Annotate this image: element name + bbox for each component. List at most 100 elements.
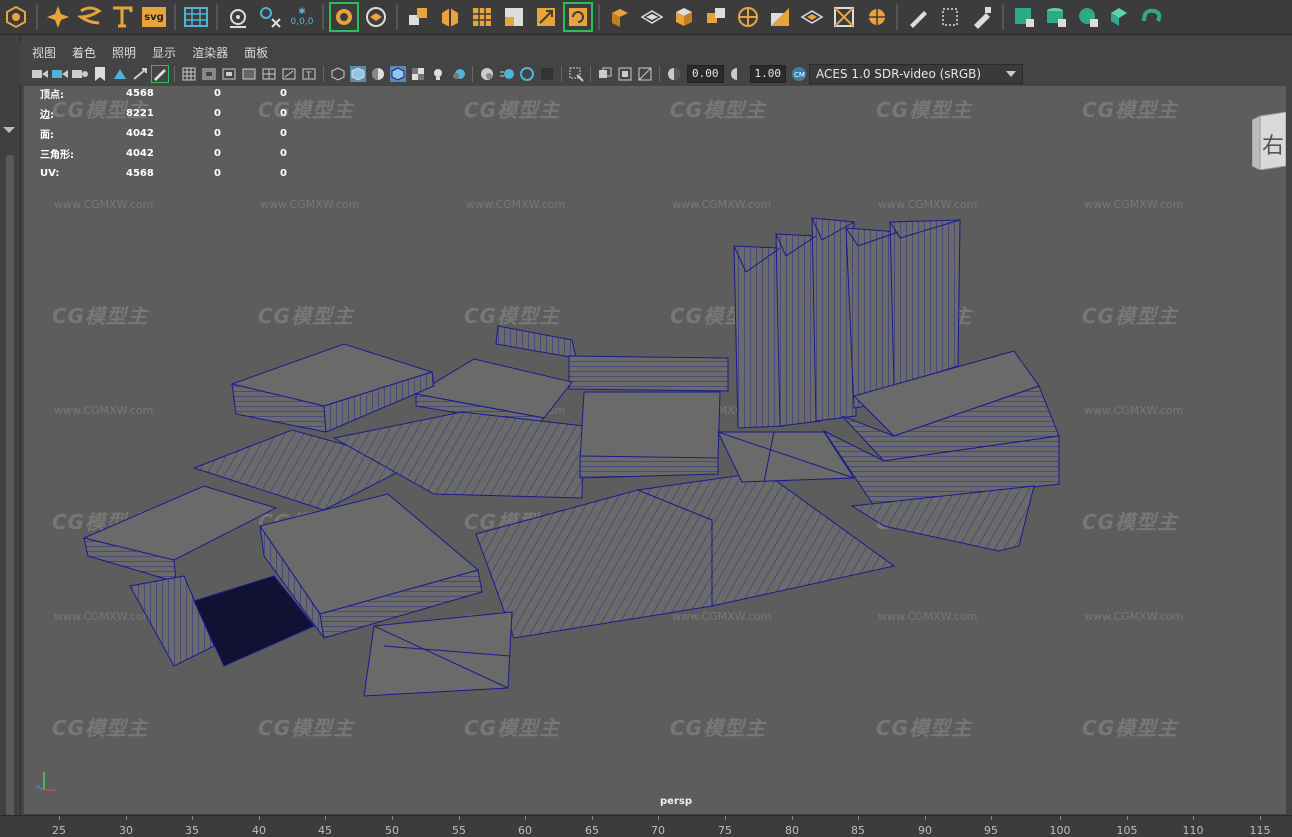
svg-text:CM: CM (794, 71, 805, 79)
colorspace-dropdown[interactable]: ACES 1.0 SDR-video (sRGB) (809, 64, 1023, 84)
camera-icon[interactable] (32, 66, 48, 82)
coords-label: 0,0,0 (290, 17, 314, 27)
svg-tool-icon[interactable]: svg (139, 2, 169, 32)
coords-icon[interactable]: ✱ 0,0,0 (287, 2, 317, 32)
extrude-face-icon[interactable] (605, 2, 635, 32)
view-cube[interactable]: 右 (1251, 111, 1286, 171)
shelf-separator (598, 4, 600, 30)
plane-icon[interactable] (797, 2, 827, 32)
camera-bookmark-icon[interactable] (72, 66, 88, 82)
xray-components-icon[interactable] (637, 66, 653, 82)
viewport-toolbar: T 0.00 1.00 CM ACES 1.0 SDR-video (sRGB) (20, 63, 1292, 85)
toolbar-separator (659, 66, 660, 82)
menu-renderer[interactable]: 渲染器 (192, 44, 228, 61)
teal-prism-icon[interactable] (1105, 2, 1135, 32)
default-material-icon[interactable] (370, 66, 386, 82)
helix-icon[interactable] (75, 2, 105, 32)
shadows-icon[interactable] (450, 66, 466, 82)
books-wireframe-scene (82, 217, 1060, 697)
teal-sphere-icon[interactable] (1073, 2, 1103, 32)
motion-blur-icon[interactable] (499, 66, 515, 82)
wireframe-icon[interactable] (330, 66, 346, 82)
gamma-icon[interactable] (729, 66, 745, 82)
bookmark-icon[interactable] (92, 66, 108, 82)
camera-target-icon[interactable] (223, 2, 253, 32)
rotate-tool-icon[interactable] (563, 2, 593, 32)
ruler-number: 85 (851, 824, 865, 837)
menu-lighting[interactable]: 照明 (112, 44, 136, 61)
star-icon[interactable] (43, 2, 73, 32)
stat-row: 三角形: 4042 0 0 (40, 147, 287, 161)
book-upright (889, 219, 961, 387)
3d-viewport[interactable]: CG模型主 CG模型主 CG模型主 CG模型主 CG模型主 CG模型主 www.… (24, 86, 1286, 814)
teal-cylinder-icon[interactable] (1041, 2, 1071, 32)
ambient-occlusion-icon[interactable] (479, 66, 495, 82)
ruler-tick (59, 816, 60, 820)
extrude-icon[interactable] (403, 2, 433, 32)
time-ruler[interactable]: 25 30 35 40 45 50 55 60 65 70 75 80 85 9… (0, 815, 1292, 837)
pencil-icon[interactable] (903, 2, 933, 32)
film-gate-icon[interactable] (201, 66, 217, 82)
bool-union-icon[interactable] (329, 2, 359, 32)
xray-icon[interactable] (597, 66, 613, 82)
bounding-box-icon[interactable] (935, 2, 965, 32)
ruler-number: 115 (1249, 824, 1271, 837)
gamma-field[interactable]: 1.00 (749, 65, 786, 83)
shelf-separator (216, 4, 218, 30)
xray-joints-icon[interactable] (617, 66, 633, 82)
exposure-icon[interactable] (666, 66, 682, 82)
image-plane-icon[interactable] (112, 66, 128, 82)
smooth-icon[interactable] (467, 2, 497, 32)
bridge-icon[interactable] (637, 2, 667, 32)
safe-title-icon[interactable]: T (301, 66, 317, 82)
smooth-shade-icon[interactable] (350, 66, 366, 82)
crease-icon[interactable] (829, 2, 859, 32)
depth-of-field-icon[interactable] (539, 66, 555, 82)
anti-alias-icon[interactable] (519, 66, 535, 82)
grid-toggle-icon[interactable] (181, 66, 197, 82)
left-scrollbar[interactable] (6, 155, 14, 825)
menu-panels[interactable]: 面板 (244, 44, 268, 61)
text-tool-icon[interactable] (107, 2, 137, 32)
textured-icon[interactable] (410, 66, 426, 82)
wireframe-on-shaded-icon[interactable] (390, 66, 406, 82)
camera-attr-icon[interactable] (52, 66, 68, 82)
measure-icon[interactable] (255, 2, 285, 32)
grease-pencil-icon[interactable] (151, 65, 169, 83)
mirror-icon[interactable] (531, 2, 561, 32)
grid-icon[interactable] (181, 2, 211, 32)
2d-pan-zoom-icon[interactable] (132, 66, 148, 82)
collapse-arrow-icon[interactable] (3, 127, 15, 133)
split-icon[interactable] (765, 2, 795, 32)
scroll-flat (568, 355, 729, 392)
gate-mask-icon[interactable] (241, 66, 257, 82)
shelf-separator (36, 4, 38, 30)
teal-torus-icon[interactable] (1137, 2, 1167, 32)
sphere-grid-icon[interactable] (861, 2, 891, 32)
ruler-number: 70 (651, 824, 665, 837)
menu-view[interactable]: 视图 (32, 44, 56, 61)
resolution-gate-icon[interactable] (221, 66, 237, 82)
menu-show[interactable]: 显示 (152, 44, 176, 61)
reduce-icon[interactable] (499, 2, 529, 32)
ruler-tick (991, 816, 992, 820)
menu-shading[interactable]: 着色 (72, 44, 96, 61)
bevel-icon[interactable] (435, 2, 465, 32)
safe-action-icon[interactable] (281, 66, 297, 82)
toolbar-separator (174, 66, 175, 82)
lights-icon[interactable] (430, 66, 446, 82)
insert-edge-icon[interactable] (701, 2, 731, 32)
exposure-field[interactable]: 0.00 (687, 65, 724, 83)
layer-icon[interactable] (361, 2, 391, 32)
polygon-sphere-icon[interactable] (1, 2, 31, 32)
field-chart-icon[interactable] (261, 66, 277, 82)
axis-gizmo (35, 772, 56, 791)
isolate-select-icon[interactable] (568, 66, 584, 82)
paint-icon[interactable] (967, 2, 997, 32)
cube-icon[interactable] (669, 2, 699, 32)
ruler-tick (592, 816, 593, 820)
color-management-icon[interactable]: CM (791, 66, 807, 82)
teal-cube-icon[interactable] (1009, 2, 1039, 32)
target-weld-icon[interactable] (733, 2, 763, 32)
ruler-number: 40 (252, 824, 266, 837)
